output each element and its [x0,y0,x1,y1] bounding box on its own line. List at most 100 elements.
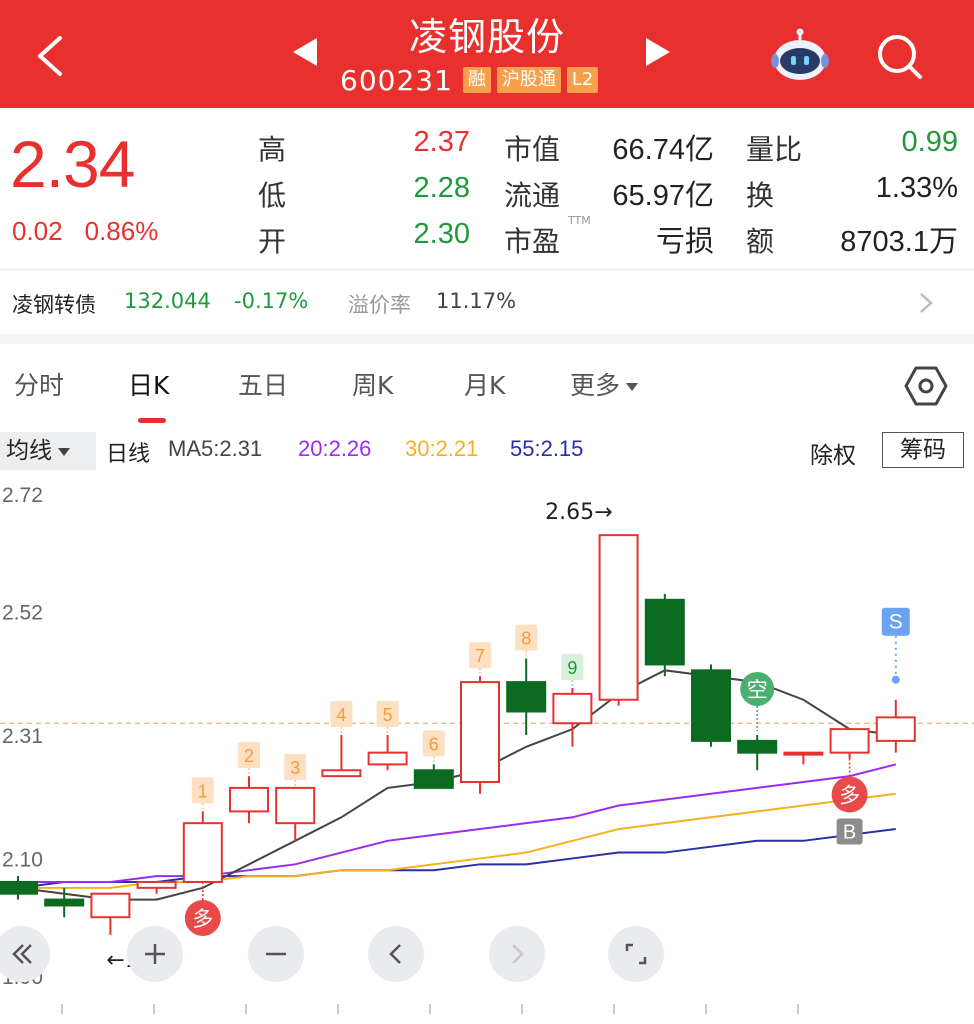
candle-body [506,681,547,713]
price-change: 0.02 [12,216,63,246]
candle-body [460,681,500,784]
chart-period-tabs: 分时 日K 五日 周K 月K 更多 [0,344,974,428]
pe-ttm-superscript: TTM [568,214,591,227]
amount-value: 8703.1万 [840,226,958,258]
sell-signal-label: S [889,611,903,634]
mktcap-value: 66.74亿 [612,134,714,166]
candle-body [413,769,454,789]
y-tick-label: 2.72 [2,484,43,507]
volratio-value: 0.99 [901,126,958,158]
zoom-in-button[interactable] [127,926,183,982]
candle-body [321,769,362,778]
tab-more-label: 更多 [570,371,621,400]
bond-change: -0.17% [234,289,309,313]
chip-distribution-button[interactable]: 筹码 [882,432,964,468]
open-label: 开 [258,225,287,258]
dropdown-caret-icon [58,447,70,456]
candle-body [44,898,85,907]
candle-body [136,880,177,889]
indicator-select-label: 均线 [6,438,52,464]
app-header: 凌钢股份 600231 融 沪股通 L2 [0,0,974,108]
ma20-line [18,763,897,883]
fullscreen-icon [625,943,647,965]
candle-body [691,669,731,742]
low-value: 2.28 [413,172,470,204]
td-count-label: 9 [567,658,577,678]
adjust-toggle[interactable]: 除权 [810,436,856,470]
settings-hexagon-icon[interactable] [904,364,948,408]
ma55-legend: 55:2.15 [510,436,584,461]
price-change-row: 0.02 0.86% [12,216,158,247]
next-stock-button[interactable] [646,38,670,66]
convertible-bond-row[interactable]: 凌钢转债 132.044 -0.17% 溢价率 11.17% [0,270,974,334]
candle-body [829,728,870,754]
candle-body [90,892,131,919]
bond-price: 132.044 [124,289,211,313]
td-count-label: 4 [336,705,346,725]
next-candle-button[interactable] [489,926,545,982]
short-signal-label: 空 [747,678,768,702]
tab-five-day[interactable]: 五日 [238,366,288,402]
td-count-label: 2 [244,746,254,766]
prev-candle-button[interactable] [368,926,424,982]
indicator-select[interactable]: 均线 [0,432,96,470]
ma20-legend: 20:2.26 [298,436,372,461]
robot-assistant-icon[interactable] [770,28,830,82]
candle-body [229,786,269,813]
td-count-label: 1 [198,781,208,801]
tab-daily-k[interactable]: 日K [128,366,169,402]
candle-body [875,716,916,742]
pe-value: 亏损 [655,226,714,258]
dropdown-caret-icon [626,383,639,391]
amount-label: 额 [746,225,775,258]
bond-name: 凌钢转债 [12,293,96,317]
candle-body [552,692,593,725]
candle-body [783,751,824,756]
tab-intraday[interactable]: 分时 [14,366,64,402]
y-tick-label: 2.10 [2,848,43,871]
margin-tag: 融 [462,67,491,93]
ma55-line [17,828,896,889]
td-count-label: 3 [290,758,300,778]
chevron-right-icon [512,944,524,964]
premium-label: 溢价率 [348,293,411,317]
l2-tag: L2 [566,67,599,93]
tab-more[interactable]: 更多 [570,366,639,402]
candle-body [644,598,685,666]
td-count-label: 6 [429,734,439,754]
chevron-left-icon [389,944,401,964]
fullscreen-button[interactable] [608,926,664,982]
stock-code-row: 600231 融 沪股通 L2 [340,63,599,97]
volratio-label: 量比 [746,133,803,166]
candle-body [737,739,778,754]
turnover-value: 1.33% [875,172,958,204]
plus-icon [145,944,165,964]
float-label: 流通 [504,179,561,212]
td-count-label: 5 [383,705,393,725]
double-chevron-left-icon [12,944,32,964]
turnover-label: 换 [746,179,775,212]
candle-body [182,822,223,883]
search-icon[interactable] [873,30,925,82]
mktcap-label: 市值 [504,133,561,166]
tab-weekly-k[interactable]: 周K [352,366,393,402]
chevron-right-icon [920,293,933,313]
float-value: 65.97亿 [612,180,714,212]
low-label: 低 [258,179,287,212]
sell-signal-dot [891,675,900,684]
last-price: 2.34 [10,127,135,201]
tab-monthly-k[interactable]: 月K [464,366,505,402]
y-tick-label: 2.52 [2,602,43,625]
long-signal-label: 多 [192,907,213,931]
connect-tag: 沪股通 [496,67,561,93]
td-count-label: 8 [521,629,531,649]
open-value: 2.30 [413,218,470,250]
high-label: 高 [258,133,287,166]
minus-icon [266,952,286,956]
candle-body [0,880,38,895]
quote-panel: 2.34 0.02 0.86% 高 2.37 低 2.28 开 2.30 市值 … [0,108,974,268]
zoom-out-button[interactable] [248,926,304,982]
y-tick-label: 2.31 [2,725,43,748]
stock-code: 600231 [340,63,453,97]
buy-b-label: B [843,822,856,844]
